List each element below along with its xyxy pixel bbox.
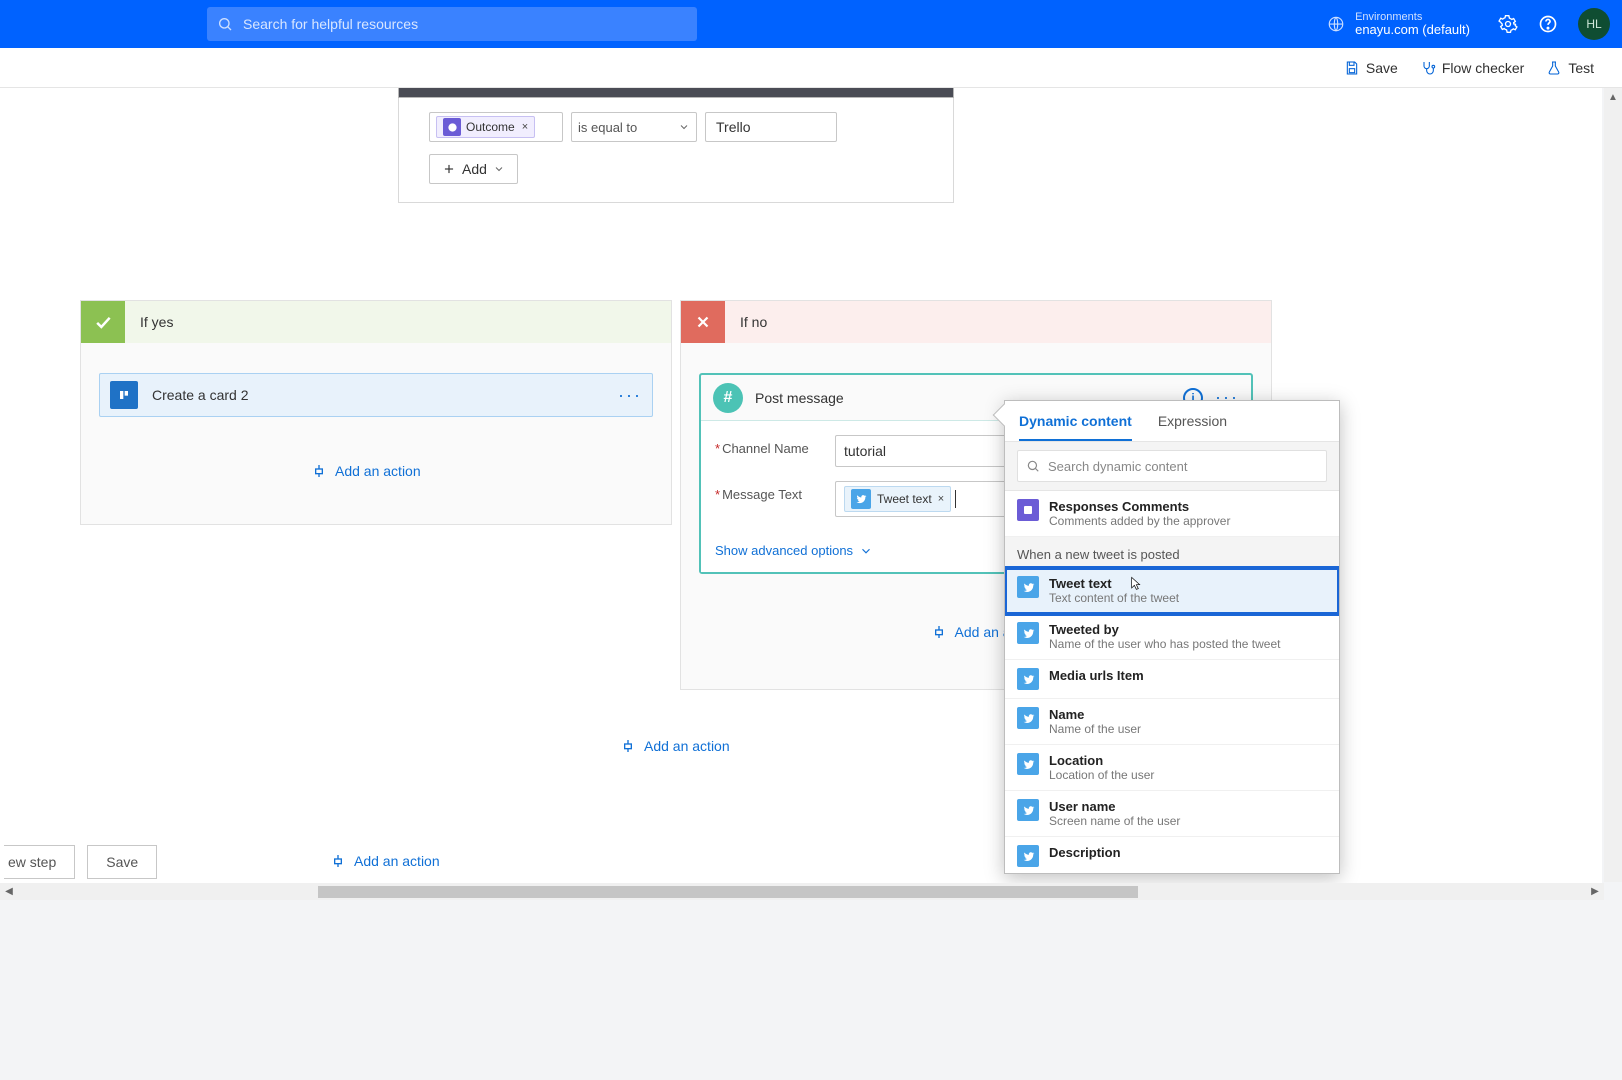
search-icon [217,16,233,32]
cursor-icon [1127,574,1143,594]
environment-picker[interactable]: Environments enayu.com (default) [1327,11,1470,37]
chevron-down-icon [493,163,505,175]
dynamic-content-popup: Dynamic content Expression Search dynami… [1004,400,1340,874]
tab-expression[interactable]: Expression [1158,413,1227,441]
insert-step-icon [330,853,346,869]
condition-left-operand[interactable]: Outcome × [429,112,563,142]
trello-icon [110,381,138,409]
env-value: enayu.com (default) [1355,23,1470,37]
outcome-token[interactable]: Outcome × [436,116,535,138]
dc-item-user-name[interactable]: User nameScreen name of the user [1005,791,1339,837]
insert-step-icon [311,463,327,479]
vertical-scrollbar[interactable]: ▲ [1604,88,1622,882]
dc-group-twitter: When a new tweet is posted [1005,537,1339,568]
chevron-down-icon [678,121,690,133]
show-advanced-options[interactable]: Show advanced options [715,543,873,558]
token-remove-icon[interactable]: × [522,121,528,133]
toolbar: Save Flow checker Test [0,48,1622,88]
avatar[interactable]: HL [1578,8,1610,40]
flask-icon [1546,60,1562,76]
twitter-icon [1017,707,1039,729]
condition-header[interactable] [398,88,954,98]
plus-icon [442,162,456,176]
save-button[interactable]: Save [1344,60,1398,76]
dc-item-responses-comments[interactable]: Responses CommentsComments added by the … [1005,491,1339,537]
twitter-icon [1017,622,1039,644]
twitter-icon [1017,576,1039,598]
new-step-button[interactable]: ew step [4,845,75,879]
token-remove-icon[interactable]: × [938,493,944,505]
if-yes-branch: If yes Create a card 2 ··· Add an action [80,300,672,525]
twitter-icon [1017,753,1039,775]
tweet-text-token[interactable]: Tweet text × [844,486,951,512]
condition-value-input[interactable]: Trello [705,112,837,142]
dc-item-tweet-text[interactable]: Tweet textText content of the tweet [1005,568,1339,614]
step-menu-icon[interactable]: ··· [618,385,642,406]
twitter-icon [1017,845,1039,867]
twitter-icon [851,489,871,509]
channel-name-label: *Channel Name [715,435,835,456]
approvals-icon [443,118,461,136]
dc-item-description[interactable]: Description [1005,837,1339,873]
slack-icon: # [713,383,743,413]
add-condition-button[interactable]: Add [429,154,518,184]
add-action-final[interactable]: Add an action [330,853,440,869]
chevron-down-icon [859,544,873,558]
add-action-between[interactable]: Add an action [620,738,730,754]
flow-checker-button[interactable]: Flow checker [1420,60,1524,76]
scrollbar-thumb[interactable] [318,886,1138,898]
scroll-right-icon[interactable]: ▶ [1586,886,1604,897]
scroll-up-icon[interactable]: ▲ [1604,88,1622,106]
dc-item-name[interactable]: NameName of the user [1005,699,1339,745]
insert-step-icon [620,738,636,754]
condition-operator[interactable]: is equal to [571,112,697,142]
twitter-icon [1017,799,1039,821]
test-button[interactable]: Test [1546,60,1594,76]
flow-canvas: Outcome × is equal to Trello Add [0,88,1602,1080]
condition-body: Outcome × is equal to Trello Add [398,98,954,203]
close-icon [681,301,725,343]
create-card-step[interactable]: Create a card 2 ··· [99,373,653,417]
twitter-icon [1017,668,1039,690]
help-icon[interactable] [1538,14,1558,34]
dc-item-media-urls[interactable]: Media urls Item [1005,660,1339,699]
search-icon [1026,459,1040,473]
insert-step-icon [931,624,947,640]
save-icon [1344,60,1360,76]
if-no-header: If no [681,301,1271,343]
add-action-yes[interactable]: Add an action [311,463,421,479]
search-input[interactable]: Search for helpful resources [207,7,697,41]
if-yes-header: If yes [81,301,671,343]
approvals-icon [1017,499,1039,521]
environment-icon [1327,15,1345,33]
search-placeholder: Search for helpful resources [243,16,687,32]
scroll-left-icon[interactable]: ◀ [0,886,18,897]
dc-item-location[interactable]: LocationLocation of the user [1005,745,1339,791]
message-text-label: *Message Text [715,481,835,502]
save-button-footer[interactable]: Save [87,845,157,879]
tab-dynamic-content[interactable]: Dynamic content [1019,413,1132,441]
check-icon [81,301,125,343]
horizontal-scrollbar[interactable]: ◀ ▶ [0,883,1604,900]
dynamic-content-search[interactable]: Search dynamic content [1005,442,1339,491]
app-header: Search for helpful resources Environment… [0,0,1622,48]
gear-icon[interactable] [1498,14,1518,34]
dc-item-tweeted-by[interactable]: Tweeted byName of the user who has poste… [1005,614,1339,660]
stethoscope-icon [1420,60,1436,76]
